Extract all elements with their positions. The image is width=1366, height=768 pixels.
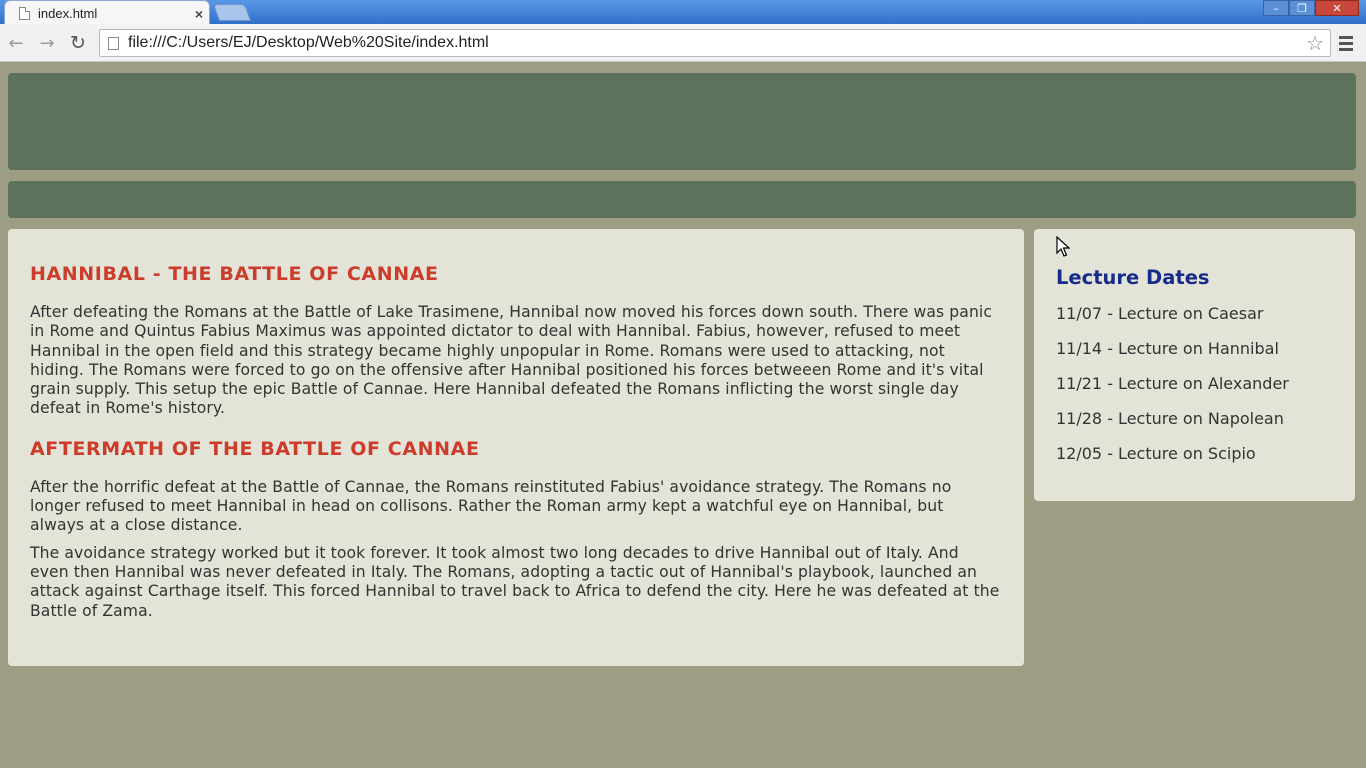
- back-icon[interactable]: ←: [5, 32, 27, 54]
- site-nav-bar: [8, 181, 1356, 218]
- lecture-item: 11/14 - Lecture on Hannibal: [1056, 339, 1279, 358]
- maximize-button[interactable]: ❐: [1289, 0, 1315, 16]
- section-heading: HANNIBAL - THE BATTLE OF CANNAE: [30, 263, 439, 285]
- lecture-list: 11/07 - Lecture on Caesar 11/14 - Lectur…: [1056, 304, 1333, 479]
- main-content: HANNIBAL - THE BATTLE OF CANNAE After de…: [8, 229, 1024, 666]
- new-tab-button[interactable]: [212, 4, 252, 21]
- minimize-button[interactable]: –: [1263, 0, 1289, 16]
- page-icon: [108, 36, 119, 50]
- sidebar-title: Lecture Dates: [1056, 266, 1210, 289]
- sidebar: Lecture Dates 11/07 - Lecture on Caesar …: [1034, 229, 1355, 501]
- section-heading: AFTERMATH OF THE BATTLE OF CANNAE: [30, 437, 480, 460]
- paragraph: After defeating the Romans at the Battle…: [30, 303, 993, 418]
- lecture-item: 12/05 - Lecture on Scipio: [1056, 444, 1256, 463]
- document-icon: [19, 7, 30, 20]
- menu-icon[interactable]: [1339, 33, 1359, 53]
- mouse-cursor-icon: [1056, 236, 1070, 257]
- forward-icon[interactable]: →: [36, 32, 58, 54]
- close-window-button[interactable]: ✕: [1315, 0, 1359, 16]
- reload-icon[interactable]: ↻: [67, 32, 89, 54]
- lecture-item: 11/21 - Lecture on Alexander: [1056, 374, 1289, 393]
- page-viewport: HANNIBAL - THE BATTLE OF CANNAE After de…: [0, 62, 1366, 768]
- lecture-item: 11/28 - Lecture on Napolean: [1056, 409, 1284, 428]
- tab-title: index.html: [38, 6, 98, 21]
- paragraph: The avoidance strategy worked but it too…: [30, 543, 1000, 620]
- browser-tab[interactable]: index.html ×: [4, 0, 210, 26]
- address-bar[interactable]: file:///C:/Users/EJ/Desktop/Web%20Site/i…: [99, 29, 1331, 57]
- bookmark-star-icon[interactable]: ☆: [1306, 31, 1324, 55]
- lecture-item: 11/07 - Lecture on Caesar: [1056, 304, 1264, 323]
- browser-titlebar: index.html × – ❐ ✕: [0, 0, 1366, 26]
- browser-toolbar: ← → ↻ file:///C:/Users/EJ/Desktop/Web%20…: [0, 24, 1366, 62]
- paragraph: After the horrific defeat at the Battle …: [30, 477, 952, 535]
- site-header: [8, 73, 1356, 170]
- url-text[interactable]: file:///C:/Users/EJ/Desktop/Web%20Site/i…: [128, 34, 1306, 52]
- tab-close-icon[interactable]: ×: [195, 6, 203, 22]
